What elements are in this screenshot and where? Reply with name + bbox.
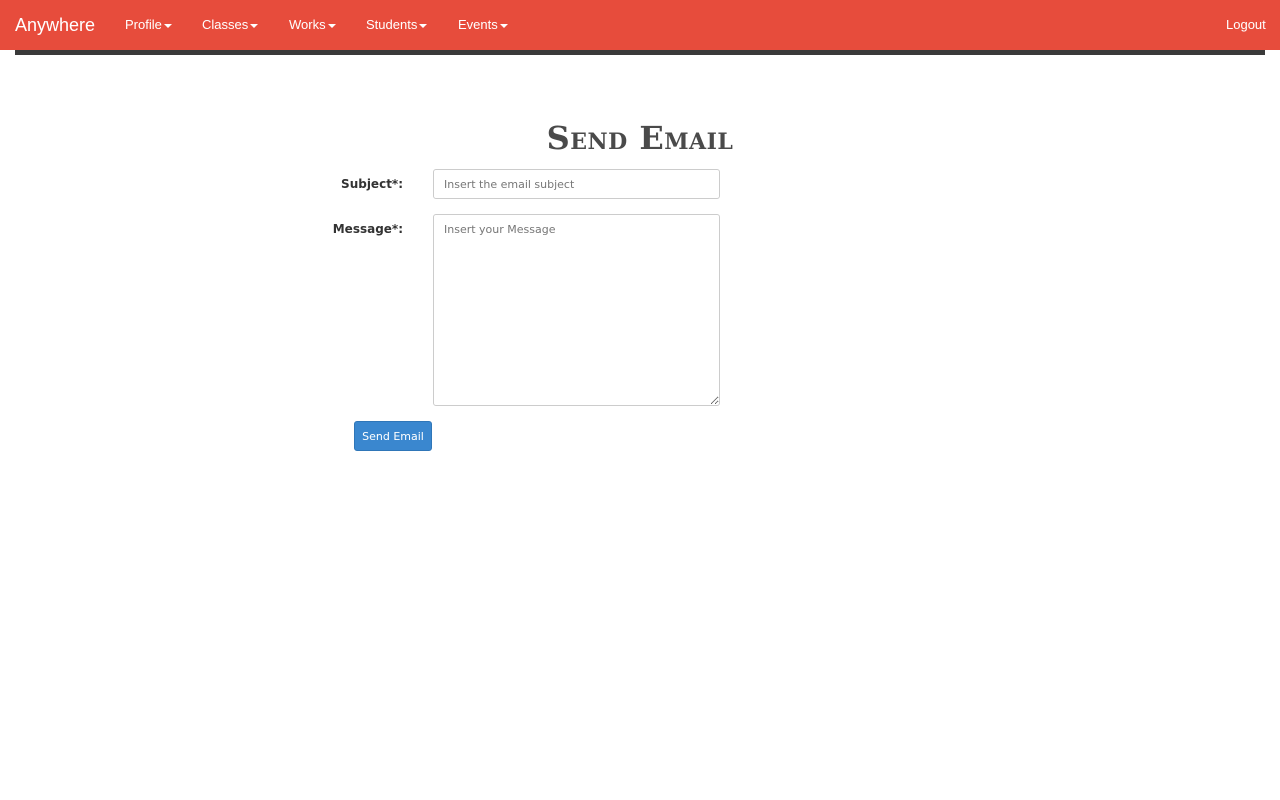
message-label: Message*: — [332, 222, 403, 236]
logout-link[interactable]: Logout — [1226, 0, 1266, 50]
caret-down-icon — [327, 23, 336, 28]
nav-item-label: Students — [366, 17, 418, 32]
send-email-button[interactable]: Send Email — [354, 421, 432, 451]
top-navbar: Anywhere Profile Classes Works Students … — [0, 0, 1280, 50]
nav-item-students[interactable]: Students — [366, 0, 428, 50]
nav-item-label: Profile — [125, 17, 162, 32]
nav-item-works[interactable]: Works — [289, 0, 336, 50]
nav-item-events[interactable]: Events — [458, 0, 508, 50]
nav-item-profile[interactable]: Profile — [125, 0, 172, 50]
brand-link[interactable]: Anywhere — [15, 13, 95, 37]
message-textarea[interactable] — [433, 214, 720, 406]
nav-item-classes[interactable]: Classes — [202, 0, 259, 50]
nav-item-label: Events — [458, 17, 498, 32]
page-title: Send Email — [546, 119, 734, 157]
navbar-underline — [15, 50, 1265, 55]
caret-down-icon — [419, 23, 428, 28]
caret-down-icon — [499, 23, 508, 28]
caret-down-icon — [163, 23, 172, 28]
subject-label: Subject*: — [341, 177, 403, 191]
nav-item-label: Works — [289, 17, 326, 32]
subject-input[interactable] — [433, 169, 720, 199]
nav-item-label: Classes — [202, 17, 249, 32]
caret-down-icon — [250, 23, 259, 28]
